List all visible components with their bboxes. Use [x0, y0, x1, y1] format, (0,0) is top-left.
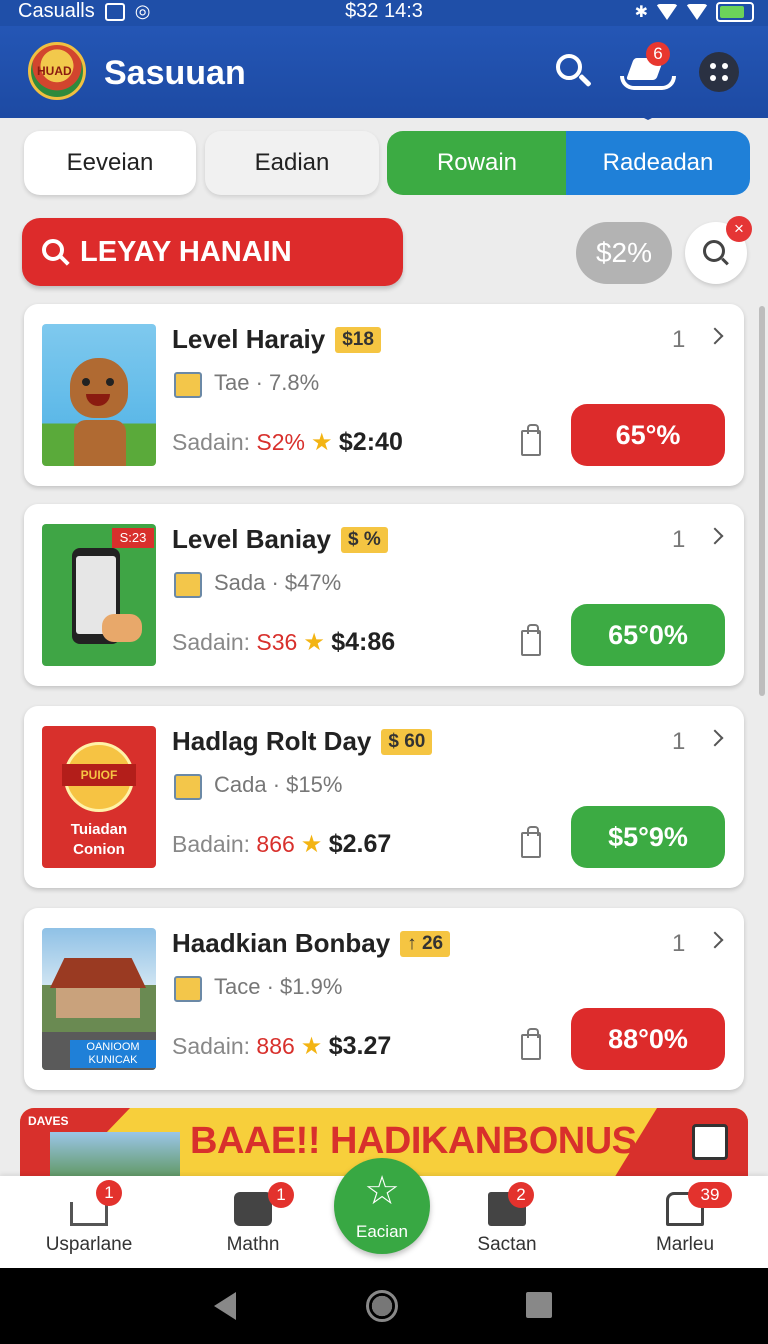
price-filter-chip[interactable]: $2%	[576, 222, 672, 284]
deal-price: $2.67	[328, 830, 392, 858]
gift-box-icon	[174, 976, 202, 1002]
deal-price: $4:86	[331, 628, 396, 656]
deal-tag: $18	[335, 327, 381, 353]
deal-subtitle: Tace · $1.9%	[214, 974, 343, 999]
user-badge-icon[interactable]	[692, 1124, 728, 1160]
deal-meta: Sadain: S2% ★ $2:40	[172, 428, 403, 456]
more-options-icon[interactable]	[699, 52, 739, 92]
nav-item-mathn[interactable]: 1 Mathn	[178, 1176, 328, 1268]
clear-filter-icon[interactable]: ×	[726, 216, 752, 242]
nav-badge: 1	[96, 1180, 122, 1206]
nav-badge: 39	[688, 1182, 732, 1208]
deal-card[interactable]: Level Haraiy $18 1 Tae · 7.8% Sadain: S2%…	[24, 304, 744, 486]
bus-icon	[234, 1192, 272, 1226]
deal-meta: Sadain: 886 ★ $3.27	[172, 1032, 392, 1060]
deal-title: Hadlag Rolt Day $ 60	[172, 726, 433, 757]
app-bar: HUAD Sasuuan 6	[0, 26, 768, 118]
tab-rowain[interactable]: Rowain	[387, 131, 567, 195]
deal-title: Level Haraiy $18	[172, 324, 381, 355]
deal-tag: $ 60	[381, 729, 433, 755]
app-logo[interactable]: HUAD	[28, 42, 86, 100]
recent-apps-icon[interactable]	[526, 1292, 552, 1318]
clock: $32 14:3	[345, 0, 423, 22]
nav-item-usparlane[interactable]: 1 Usparlane	[14, 1176, 164, 1268]
shopping-bag-icon[interactable]	[521, 624, 541, 656]
deal-count: 1	[672, 526, 686, 553]
deal-meta: Sadain: S36 ★ $4:86	[172, 628, 396, 656]
deal-subtitle: Cada · $15%	[214, 772, 343, 797]
chevron-right-icon[interactable]	[706, 327, 724, 345]
nav-label: Mathn	[226, 1234, 280, 1255]
star-icon: ★	[300, 1033, 323, 1060]
banner-left-tag: DAVES	[28, 1114, 69, 1128]
deal-title: Haadkian Bonbay ↑ 26	[172, 928, 451, 959]
nav-label: Marleu	[655, 1234, 715, 1255]
deal-action-button[interactable]: 88°0%	[571, 1008, 725, 1070]
nav-badge: 2	[508, 1182, 534, 1208]
star-icon: ☆	[364, 1169, 400, 1213]
deal-thumbnail	[42, 324, 156, 466]
deal-count: 1	[672, 728, 686, 755]
star-icon: ★	[311, 429, 333, 456]
deal-card[interactable]: OANIOOM KUNICAK Haadkian Bonbay ↑ 26 1 Ta…	[24, 908, 744, 1090]
tab-radeadan[interactable]: Radeadan	[566, 131, 750, 195]
deal-subtitle: Sada · $47%	[214, 570, 342, 595]
search-label: LEYAY HANAIN	[80, 236, 292, 268]
status-bar: Casualls ◎ $32 14:3 ✱	[0, 0, 768, 26]
search-button[interactable]: LEYAY HANAIN	[22, 218, 403, 286]
nav-badge: 1	[268, 1182, 294, 1208]
battery-icon	[716, 2, 754, 22]
app-bar-pointer	[632, 112, 664, 120]
nav-label: Eacian	[356, 1222, 408, 1241]
deal-thumbnail: S:23	[42, 524, 156, 666]
back-icon[interactable]	[214, 1292, 236, 1320]
deal-title: Level Baniay $ %	[172, 524, 388, 555]
nav-item-sactan[interactable]: 2 Sactan	[432, 1176, 582, 1268]
cart-badge: 6	[646, 42, 670, 66]
deal-subtitle: Tae · 7.8%	[214, 370, 320, 395]
deal-thumbnail: PUIOF Tuiadan Conion	[42, 726, 156, 868]
deal-action-button[interactable]: 65°0%	[571, 604, 725, 666]
wifi-icon	[656, 4, 678, 20]
scrollbar[interactable]	[759, 306, 765, 696]
search-icon[interactable]	[556, 54, 592, 88]
deal-thumbnail: OANIOOM KUNICAK	[42, 928, 156, 1070]
nav-item-marleu[interactable]: 39 Marleu	[610, 1176, 760, 1268]
deal-tag: ↑ 26	[400, 931, 451, 957]
cell-signal-icon	[686, 4, 708, 20]
gift-box-icon	[174, 774, 202, 800]
chevron-right-icon[interactable]	[706, 729, 724, 747]
deal-tag: $ %	[340, 527, 388, 553]
banner-text: BAAE!! HADIKANBONUS	[190, 1120, 637, 1162]
home-icon	[70, 1202, 108, 1226]
star-icon: ★	[303, 629, 325, 656]
chevron-right-icon[interactable]	[706, 931, 724, 949]
app-title: Sasuuan	[104, 54, 246, 92]
shopping-bag-icon[interactable]	[521, 424, 541, 456]
home-button-icon[interactable]	[366, 1290, 398, 1322]
star-icon: ★	[300, 831, 323, 858]
nav-label: Sactan	[477, 1234, 537, 1255]
deal-price: $3.27	[328, 1032, 392, 1060]
bluetooth-icon: ✱	[634, 4, 648, 21]
deal-count: 1	[672, 326, 686, 353]
deal-action-button[interactable]: $5°9%	[571, 806, 725, 868]
deal-card[interactable]: PUIOF Tuiadan Conion Hadlag Rolt Day $ 60…	[24, 706, 744, 888]
deal-meta: Badain: 866 ★ $2.67	[172, 830, 392, 858]
shopping-bag-icon[interactable]	[521, 826, 541, 858]
gift-box-icon	[174, 572, 202, 598]
deal-card[interactable]: S:23 Level Baniay $ % 1 Sada · $47% Sadai…	[24, 504, 744, 686]
deal-price: $2:40	[338, 428, 403, 456]
tab-eeveian[interactable]: Eeveian	[24, 131, 196, 195]
deal-count: 1	[672, 930, 686, 957]
chevron-right-icon[interactable]	[706, 527, 724, 545]
gift-box-icon	[174, 372, 202, 398]
nav-label: Usparlane	[45, 1234, 133, 1255]
system-nav-bar	[0, 1268, 768, 1344]
tab-eadian[interactable]: Eadian	[205, 131, 379, 195]
deal-action-button[interactable]: 65°%	[571, 404, 725, 466]
shopping-bag-icon[interactable]	[521, 1028, 541, 1060]
nav-item-eacian[interactable]: ☆ Eacian	[334, 1158, 430, 1254]
